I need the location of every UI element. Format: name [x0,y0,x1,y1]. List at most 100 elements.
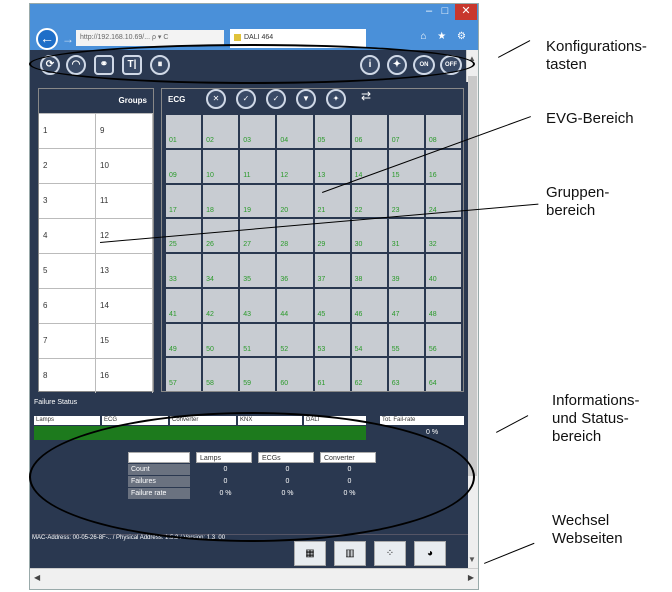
ecg-cell[interactable]: 40 [425,254,461,287]
ecg-cell[interactable]: 05 [314,115,350,148]
group-cell[interactable]: 10 [96,149,153,183]
scroll-down-icon[interactable]: ▼ [468,555,476,564]
ecg-cell[interactable]: 18 [203,184,239,218]
color-view-icon[interactable]: ◕ [414,541,446,566]
group-cell[interactable]: 13 [96,254,153,288]
ecg-cell[interactable]: 32 [425,219,461,252]
ecg-cell[interactable]: 47 [388,288,424,322]
ecg-label: ECG [168,95,186,104]
maximize-button[interactable]: □ [438,4,452,20]
bulb-ecg-icon[interactable]: ✦ [326,89,346,109]
group-cell[interactable]: 9 [96,114,153,148]
ecg-cell[interactable]: 38 [351,254,387,287]
ecg-cell[interactable]: 14 [351,149,387,183]
ecg-cell[interactable]: 51 [240,323,276,357]
group-cell[interactable]: 1 [39,114,96,148]
chart-view-icon[interactable]: ▥ [334,541,366,566]
ecg-cell[interactable]: 11 [240,149,276,183]
ecg-cell[interactable]: 29 [314,219,350,252]
horizontal-scrollbar[interactable]: ◀ ▶ [30,568,478,589]
minimize-button[interactable]: – [422,4,436,20]
group-row: 19 [39,113,153,148]
ecg-cell[interactable]: 49 [166,323,202,357]
ecg-cell[interactable]: 17 [166,184,202,218]
ecg-cell[interactable]: 52 [277,323,313,357]
group-cell[interactable]: 6 [39,289,96,323]
ecg-cell[interactable]: 43 [240,288,276,322]
ecg-cell[interactable]: 45 [314,288,350,322]
group-cell[interactable]: 11 [96,184,153,218]
group-cell[interactable]: 3 [39,184,96,218]
ecg-cell[interactable]: 61 [314,358,350,391]
home-star-gear-icons[interactable]: ⌂ ★ ⚙ [420,31,470,42]
ecg-cell[interactable]: 16 [425,149,461,183]
ecg-cell[interactable]: 23 [388,184,424,218]
ecg-cell[interactable]: 46 [351,288,387,322]
group-cell[interactable]: 4 [39,219,96,253]
ecg-cell[interactable]: 50 [203,323,239,357]
ecg-cell[interactable]: 03 [240,115,276,148]
ecg-cell[interactable]: 09 [166,149,202,183]
ecg-cell[interactable]: 07 [388,115,424,148]
group-cell[interactable]: 16 [96,359,153,393]
ecg-cell[interactable]: 26 [203,219,239,252]
ecg-cell[interactable]: 34 [203,254,239,287]
ecg-cell[interactable]: 12 [277,149,313,183]
group-cell[interactable]: 8 [39,359,96,393]
check-all-icon[interactable]: ✓ [266,89,286,109]
ecg-cell[interactable]: 04 [277,115,313,148]
ecg-cell[interactable]: 54 [351,323,387,357]
ecg-cell[interactable]: 37 [314,254,350,287]
ecg-cell[interactable]: 02 [203,115,239,148]
ecg-cell[interactable]: 27 [240,219,276,252]
ecg-cell[interactable]: 36 [277,254,313,287]
ecg-cell[interactable]: 60 [277,358,313,391]
ecg-cell[interactable]: 58 [203,358,239,391]
ecg-cell[interactable]: 19 [240,184,276,218]
ecg-cell[interactable]: 39 [388,254,424,287]
ecg-cell[interactable]: 63 [388,358,424,391]
arrow-down-icon[interactable]: ▼ [296,89,316,109]
group-cell[interactable]: 12 [96,219,153,253]
scroll-left-icon[interactable]: ◀ [34,573,40,582]
ecg-cell[interactable]: 22 [351,184,387,218]
group-row: 5 13 [39,253,153,288]
swap-icon[interactable]: ⇄ [356,89,376,109]
scroll-right-icon[interactable]: ▶ [468,573,474,582]
group-cell[interactable]: 15 [96,324,153,358]
ecg-cell[interactable]: 55 [388,323,424,357]
close-button[interactable]: ✕ [455,4,477,20]
ecg-cell[interactable]: 33 [166,254,202,287]
delete-ecg-icon[interactable]: ✕ [206,89,226,109]
ecg-cell[interactable]: 59 [240,358,276,391]
back-icon[interactable]: ← [36,28,58,50]
group-cell[interactable]: 2 [39,149,96,183]
ecg-cell[interactable]: 57 [166,358,202,391]
title-bar: – □ ✕ [30,4,478,26]
ecg-cell[interactable]: 41 [166,288,202,322]
table-view-icon[interactable]: ▦ [294,541,326,566]
group-cell[interactable]: 7 [39,324,96,358]
ecg-cell[interactable]: 64 [425,358,461,391]
ecg-cell[interactable]: 06 [351,115,387,148]
ecg-cell[interactable]: 10 [203,149,239,183]
ecg-cell[interactable]: 21 [314,184,350,218]
ecg-cell[interactable]: 53 [314,323,350,357]
scatter-view-icon[interactable]: ⁘ [374,541,406,566]
check-ecg-icon[interactable]: ✓ [236,89,256,109]
group-cell[interactable]: 5 [39,254,96,288]
ecg-cell[interactable]: 20 [277,184,313,218]
ecg-cell[interactable]: 01 [166,115,202,148]
ecg-cell[interactable]: 13 [314,149,350,183]
ecg-cell[interactable]: 44 [277,288,313,322]
ecg-cell[interactable]: 42 [203,288,239,322]
ecg-cell[interactable]: 48 [425,288,461,322]
ecg-cell[interactable]: 56 [425,323,461,357]
group-cell[interactable]: 14 [96,289,153,323]
annotation-switch: Wechsel Webseiten [552,512,623,547]
forward-icon[interactable]: → [62,32,74,46]
ecg-cell[interactable]: 35 [240,254,276,287]
ecg-cell[interactable]: 62 [351,358,387,391]
ecg-cell[interactable]: 30 [351,219,387,252]
ecg-cell[interactable]: 31 [388,219,424,252]
